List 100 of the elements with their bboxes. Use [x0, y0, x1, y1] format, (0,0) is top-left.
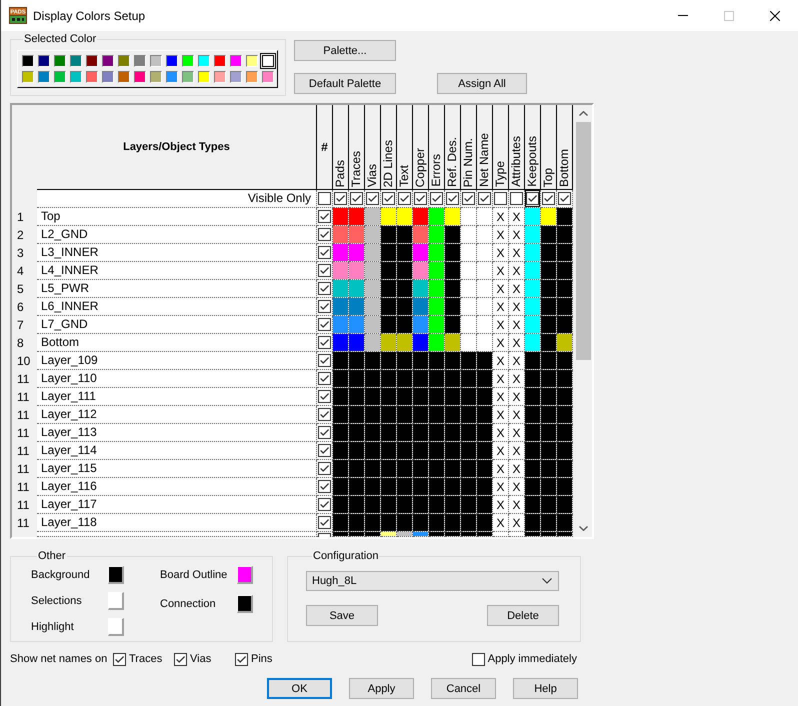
color-cell[interactable] — [333, 334, 349, 352]
color-cell[interactable] — [541, 298, 557, 316]
color-cell[interactable] — [381, 496, 397, 514]
color-cell[interactable] — [333, 496, 349, 514]
color-cell[interactable] — [445, 262, 461, 280]
color-cell[interactable] — [461, 442, 477, 460]
color-cell[interactable] — [461, 406, 477, 424]
color-swatch-icon[interactable] — [182, 71, 194, 83]
color-cell[interactable] — [541, 442, 557, 460]
color-cell[interactable] — [333, 370, 349, 388]
color-cell[interactable] — [365, 496, 381, 514]
color-cell[interactable] — [525, 352, 541, 370]
color-cell[interactable] — [349, 514, 365, 532]
color-cell[interactable] — [429, 442, 445, 460]
color-cell[interactable] — [397, 352, 413, 370]
color-swatch-icon[interactable] — [86, 71, 98, 83]
color-cell[interactable] — [381, 370, 397, 388]
color-cell[interactable] — [557, 514, 573, 532]
color-cell[interactable] — [461, 280, 477, 298]
color-cell[interactable] — [413, 226, 429, 244]
color-cell[interactable] — [413, 280, 429, 298]
color-cell[interactable] — [429, 424, 445, 442]
layer-name[interactable]: L2_GND — [37, 226, 317, 244]
color-cell[interactable] — [557, 352, 573, 370]
color-cell[interactable] — [525, 208, 541, 226]
layer-name[interactable]: L6_INNER — [37, 298, 317, 316]
color-cell[interactable] — [461, 514, 477, 532]
color-cell[interactable] — [429, 262, 445, 280]
color-swatch-icon[interactable] — [102, 55, 114, 67]
color-cell[interactable] — [541, 514, 557, 532]
scrollbar-thumb[interactable] — [576, 122, 591, 360]
color-swatch-icon[interactable] — [38, 71, 50, 83]
color-swatch-icon[interactable] — [118, 71, 130, 83]
color-cell[interactable] — [333, 352, 349, 370]
color-cell[interactable] — [557, 496, 573, 514]
color-cell[interactable] — [525, 442, 541, 460]
color-cell[interactable] — [541, 280, 557, 298]
color-cell[interactable] — [365, 514, 381, 532]
color-cell[interactable] — [397, 298, 413, 316]
color-swatch-icon[interactable] — [118, 55, 130, 67]
color-cell[interactable] — [429, 532, 445, 537]
color-cell[interactable] — [429, 352, 445, 370]
color-cell[interactable] — [477, 532, 493, 537]
dialog-button[interactable]: Delete — [487, 605, 559, 626]
color-cell[interactable] — [445, 244, 461, 262]
color-cell[interactable] — [445, 316, 461, 334]
checkbox[interactable] — [318, 300, 331, 313]
color-cell[interactable] — [477, 280, 493, 298]
dialog-button[interactable]: OK — [267, 678, 332, 699]
color-cell[interactable] — [525, 280, 541, 298]
checkbox[interactable] — [398, 192, 411, 205]
color-cell[interactable] — [397, 262, 413, 280]
color-cell[interactable] — [541, 334, 557, 352]
color-cell[interactable] — [397, 316, 413, 334]
color-cell[interactable] — [397, 370, 413, 388]
layer-name[interactable]: Layer_111 — [37, 388, 317, 406]
layer-name[interactable]: Layer_117 — [37, 496, 317, 514]
color-cell[interactable] — [477, 262, 493, 280]
color-cell[interactable] — [461, 226, 477, 244]
color-cell[interactable] — [477, 442, 493, 460]
color-cell[interactable] — [381, 514, 397, 532]
color-cell[interactable] — [477, 244, 493, 262]
checkbox[interactable] — [510, 192, 523, 205]
color-cell[interactable] — [429, 316, 445, 334]
color-cell[interactable] — [477, 388, 493, 406]
color-cell[interactable] — [349, 406, 365, 424]
dialog-button[interactable]: Assign All — [437, 73, 527, 94]
color-cell[interactable] — [381, 478, 397, 496]
color-cell[interactable] — [349, 244, 365, 262]
color-swatch-button[interactable] — [237, 566, 253, 584]
color-cell[interactable] — [365, 280, 381, 298]
color-cell[interactable] — [365, 370, 381, 388]
color-cell[interactable] — [365, 334, 381, 352]
color-swatch-icon[interactable] — [246, 55, 258, 67]
color-cell[interactable] — [557, 208, 573, 226]
color-cell[interactable] — [333, 442, 349, 460]
layer-name[interactable]: Layer_114 — [37, 442, 317, 460]
checkbox-label[interactable]: Vias — [190, 652, 212, 666]
color-cell[interactable] — [525, 478, 541, 496]
color-swatch-icon[interactable] — [38, 55, 50, 67]
color-cell[interactable] — [349, 226, 365, 244]
color-cell[interactable] — [477, 514, 493, 532]
color-cell[interactable] — [381, 208, 397, 226]
color-swatch-icon[interactable] — [150, 55, 162, 67]
color-cell[interactable] — [525, 514, 541, 532]
layer-name[interactable]: Top — [37, 208, 317, 226]
layer-name[interactable]: Layer_110 — [37, 370, 317, 388]
color-cell[interactable] — [429, 460, 445, 478]
checkbox[interactable] — [366, 192, 379, 205]
color-swatch-icon[interactable] — [214, 71, 226, 83]
dialog-button[interactable]: Default Palette — [294, 73, 396, 94]
color-cell[interactable] — [445, 442, 461, 460]
color-swatch-icon[interactable] — [198, 55, 210, 67]
color-cell[interactable] — [461, 388, 477, 406]
color-swatch-icon[interactable] — [214, 55, 226, 67]
dialog-button[interactable]: Cancel — [431, 678, 496, 699]
color-cell[interactable] — [557, 280, 573, 298]
color-cell[interactable] — [445, 370, 461, 388]
color-cell[interactable] — [525, 334, 541, 352]
color-swatch-icon[interactable] — [246, 71, 258, 83]
